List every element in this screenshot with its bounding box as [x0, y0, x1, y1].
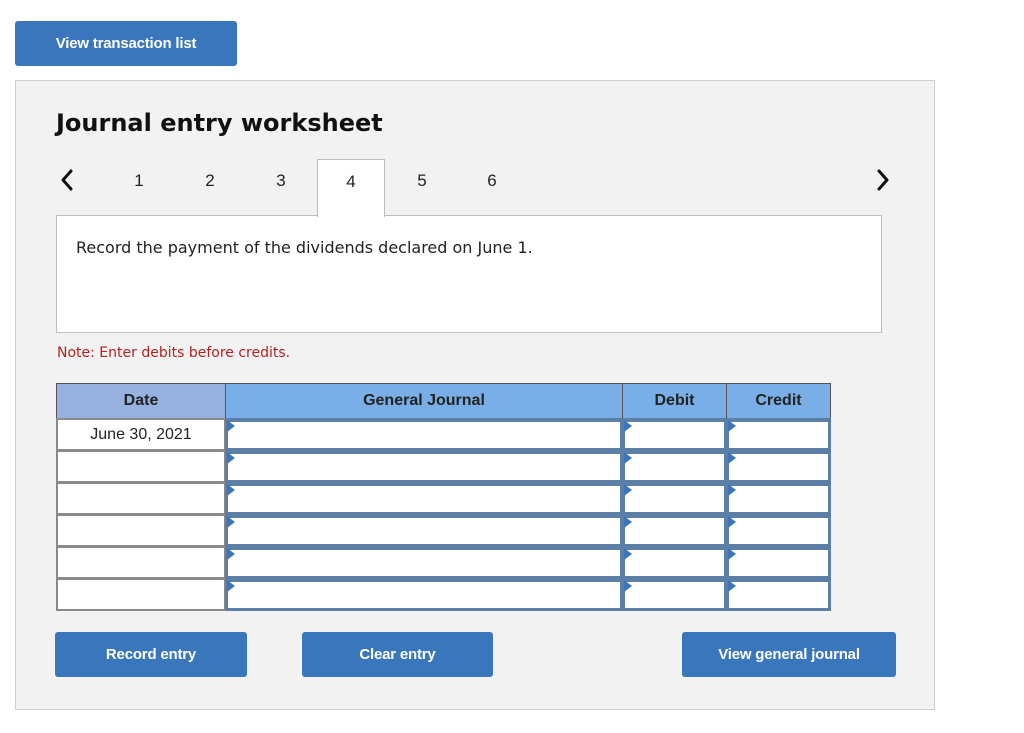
date-cell: June 30, 2021: [56, 418, 226, 451]
chevron-right-icon: [877, 169, 889, 191]
debit-input-cell: [622, 514, 727, 547]
date-cell: [56, 546, 226, 579]
prev-arrow-button[interactable]: [56, 167, 78, 193]
general-journal-input-cell: [225, 578, 623, 611]
debit-input[interactable]: [625, 550, 724, 576]
note-text: Note: Enter debits before credits.: [57, 345, 291, 361]
date-cell: [56, 578, 226, 611]
journal-entry-worksheet-panel: Journal entry worksheet 123456 Record th…: [15, 80, 935, 710]
worksheet-title: Journal entry worksheet: [56, 109, 383, 137]
credit-input[interactable]: [729, 518, 828, 544]
credit-input-cell: [726, 418, 831, 451]
general-journal-input[interactable]: [228, 582, 620, 608]
credit-input[interactable]: [729, 422, 828, 448]
clear-entry-button[interactable]: Clear entry: [302, 632, 493, 677]
general-journal-input[interactable]: [228, 454, 620, 480]
transaction-prompt-box: Record the payment of the dividends decl…: [56, 215, 882, 333]
debit-input-cell: [622, 546, 727, 579]
debit-input[interactable]: [625, 518, 724, 544]
tab-4[interactable]: 4: [317, 159, 385, 217]
credit-column-header: Credit: [726, 383, 831, 419]
date-cell: [56, 514, 226, 547]
debit-input[interactable]: [625, 422, 724, 448]
general-journal-input[interactable]: [228, 486, 620, 512]
credit-input-cell: [726, 578, 831, 611]
view-transaction-list-button[interactable]: View transaction list: [15, 21, 237, 66]
general-journal-column-header: General Journal: [225, 383, 623, 419]
tab-5[interactable]: 5: [397, 166, 447, 196]
general-journal-input-cell: [225, 450, 623, 483]
credit-input[interactable]: [729, 582, 828, 608]
transaction-prompt-text: Record the payment of the dividends decl…: [76, 238, 533, 257]
general-journal-input-cell: [225, 514, 623, 547]
date-cell: [56, 482, 226, 515]
record-entry-button[interactable]: Record entry: [55, 632, 247, 677]
credit-input[interactable]: [729, 486, 828, 512]
general-journal-input-cell: [225, 546, 623, 579]
chevron-left-icon: [61, 169, 73, 191]
general-journal-input[interactable]: [228, 518, 620, 544]
next-arrow-button[interactable]: [872, 167, 894, 193]
debit-input-cell: [622, 450, 727, 483]
credit-input-cell: [726, 514, 831, 547]
debit-input[interactable]: [625, 486, 724, 512]
general-journal-input[interactable]: [228, 550, 620, 576]
credit-input[interactable]: [729, 550, 828, 576]
debit-column-header: Debit: [622, 383, 727, 419]
general-journal-input-cell: [225, 418, 623, 451]
tab-3[interactable]: 3: [256, 166, 306, 196]
debit-input[interactable]: [625, 582, 724, 608]
tab-2[interactable]: 2: [185, 166, 235, 196]
debit-input-cell: [622, 482, 727, 515]
date-cell: [56, 450, 226, 483]
tab-1[interactable]: 1: [114, 166, 164, 196]
credit-input-cell: [726, 482, 831, 515]
credit-input[interactable]: [729, 454, 828, 480]
debit-input[interactable]: [625, 454, 724, 480]
view-general-journal-button[interactable]: View general journal: [682, 632, 896, 677]
debit-input-cell: [622, 418, 727, 451]
tab-6[interactable]: 6: [467, 166, 517, 196]
general-journal-input-cell: [225, 482, 623, 515]
date-column-header: Date: [56, 383, 226, 419]
credit-input-cell: [726, 546, 831, 579]
debit-input-cell: [622, 578, 727, 611]
credit-input-cell: [726, 450, 831, 483]
general-journal-input[interactable]: [228, 422, 620, 448]
